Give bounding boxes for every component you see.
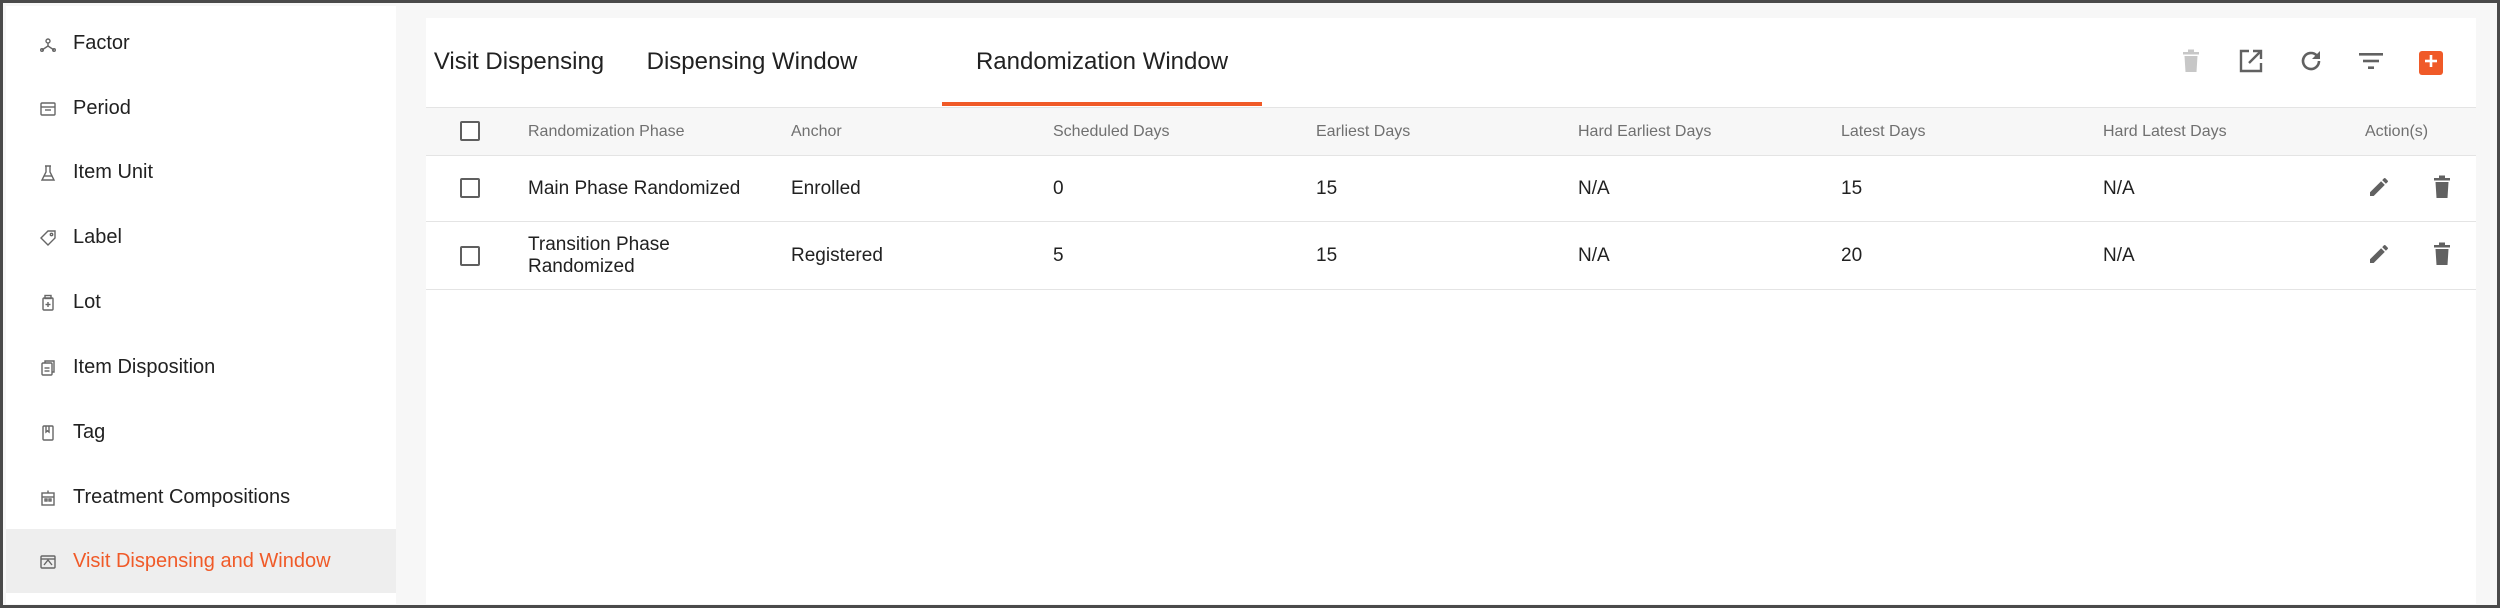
sidebar-item-treatment-compositions[interactable]: Treatment Compositions <box>6 465 396 529</box>
sidebar-item-item-disposition[interactable]: Item Disposition <box>6 335 396 399</box>
period-icon <box>38 99 58 119</box>
cell-earliest-days: 15 <box>1316 178 1338 199</box>
cell-anchor: Registered <box>791 245 883 266</box>
filter-button[interactable] <box>2356 48 2386 78</box>
sidebar-item-tag[interactable]: Tag <box>6 400 396 464</box>
tag-label-icon <box>38 228 58 248</box>
refresh-icon <box>2298 48 2324 79</box>
table-header: Randomization Phase Anchor Scheduled Day… <box>426 107 2476 156</box>
column-header: Randomization Phase <box>528 123 685 140</box>
sidebar-item-label: Factor <box>73 31 130 54</box>
filter-icon <box>2358 51 2384 76</box>
table-row: Transition Phase Randomized Registered 5… <box>426 223 2476 290</box>
tab-randomization-window[interactable]: Randomization Window <box>942 18 1262 106</box>
sidebar-item-label: Tag <box>73 420 106 443</box>
lot-icon <box>38 293 58 313</box>
delete-row-button[interactable] <box>2427 241 2457 271</box>
sidebar-item-label: Label <box>73 225 122 248</box>
column-header: Action(s) <box>2365 123 2429 140</box>
tab-label: Visit Dispensing <box>433 48 605 75</box>
cell-scheduled-days: 5 <box>1053 245 1064 266</box>
row-checkbox[interactable] <box>460 178 480 198</box>
trash-icon <box>2432 175 2452 204</box>
bookmark-icon <box>38 423 58 443</box>
open-external-button[interactable] <box>2236 48 2266 78</box>
pencil-icon <box>2367 242 2391 271</box>
tab-label: Randomization Window <box>975 48 1229 75</box>
building-icon <box>38 488 58 508</box>
factor-icon <box>38 34 58 54</box>
column-header: Hard Latest Days <box>2103 123 2227 140</box>
row-checkbox[interactable] <box>460 246 480 266</box>
cell-anchor: Enrolled <box>791 178 861 199</box>
sidebar-item-label: Item Unit <box>73 160 154 183</box>
trash-icon <box>2432 242 2452 271</box>
cell-phase: Transition Phase Randomized <box>528 234 670 277</box>
column-header: Hard Earliest Days <box>1578 123 1712 140</box>
sidebar-item-period[interactable]: Period <box>6 76 396 140</box>
column-header: Earliest Days <box>1316 123 1411 140</box>
sidebar-item-label: Item Disposition <box>73 355 216 378</box>
cell-scheduled-days: 0 <box>1053 178 1064 199</box>
select-all-checkbox[interactable] <box>460 121 480 141</box>
sidebar-item-label: Period <box>73 96 131 119</box>
sidebar-item-label: Visit Dispensing and Window <box>73 549 331 572</box>
cell-hard-earliest-days: N/A <box>1578 245 1610 266</box>
calendar-icon <box>38 552 58 572</box>
sidebar-item-label: Treatment Compositions <box>73 485 291 508</box>
sidebar-item-item-unit[interactable]: Item Unit <box>6 140 396 204</box>
table-row: Main Phase Randomized Enrolled 0 15 N/A … <box>426 156 2476 222</box>
sidebar-item-factor[interactable]: Factor <box>6 11 396 75</box>
delete-row-button[interactable] <box>2427 174 2457 204</box>
tab-dispensing-window[interactable]: Dispensing Window <box>632 18 872 106</box>
cell-phase: Main Phase Randomized <box>528 178 741 199</box>
delete-icon <box>2181 49 2201 78</box>
edit-button[interactable] <box>2364 241 2394 271</box>
sidebar-item-label-nav[interactable]: Label <box>6 205 396 269</box>
column-header: Latest Days <box>1841 123 1926 140</box>
sidebar: Factor Period Item Unit Label Lot Item D… <box>6 6 396 604</box>
cell-hard-latest-days: N/A <box>2103 245 2135 266</box>
cell-hard-latest-days: N/A <box>2103 178 2135 199</box>
add-button[interactable] <box>2419 51 2443 75</box>
cell-hard-earliest-days: N/A <box>1578 178 1610 199</box>
pencil-icon <box>2367 175 2391 204</box>
sidebar-item-lot[interactable]: Lot <box>6 270 396 334</box>
tab-bar: Visit Dispensing Dispensing Window Rando… <box>426 18 1426 106</box>
refresh-button[interactable] <box>2296 48 2326 78</box>
app-window: Factor Period Item Unit Label Lot Item D… <box>0 0 2500 608</box>
sidebar-item-visit-dispensing-and-window[interactable]: Visit Dispensing and Window <box>6 529 396 593</box>
delete-selected-button[interactable] <box>2176 48 2206 78</box>
edit-button[interactable] <box>2364 174 2394 204</box>
tab-label: Dispensing Window <box>646 48 858 75</box>
cell-latest-days: 20 <box>1841 245 1863 266</box>
cell-latest-days: 15 <box>1841 178 1863 199</box>
document-icon <box>38 358 58 378</box>
flask-icon <box>38 163 58 183</box>
cell-earliest-days: 15 <box>1316 245 1338 266</box>
add-icon <box>2423 53 2439 74</box>
open-external-icon <box>2238 48 2264 79</box>
main-panel: Visit Dispensing Dispensing Window Rando… <box>426 18 2476 604</box>
sidebar-item-label: Lot <box>73 290 101 313</box>
column-header: Anchor <box>791 123 842 140</box>
tab-visit-dispensing[interactable]: Visit Dispensing <box>426 18 612 106</box>
column-header: Scheduled Days <box>1053 123 1170 140</box>
